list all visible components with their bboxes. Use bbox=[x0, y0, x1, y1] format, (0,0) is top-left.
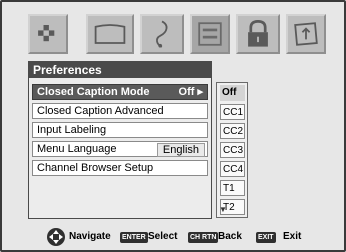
input-labeling-row[interactable]: Input Labeling bbox=[32, 122, 208, 138]
lock-icon[interactable] bbox=[236, 14, 280, 54]
select-label: Select bbox=[148, 231, 178, 242]
row-label: Menu Language bbox=[37, 143, 117, 155]
scroll-down-icon[interactable]: ▼ bbox=[219, 205, 227, 214]
navigate-label: Navigate bbox=[69, 231, 111, 242]
option-cc2[interactable]: CC2 bbox=[220, 123, 245, 139]
row-label: Closed Caption Mode bbox=[37, 86, 150, 98]
back-label: Back bbox=[218, 231, 242, 242]
closed-caption-advanced-row[interactable]: Closed Caption Advanced bbox=[32, 103, 208, 119]
option-t1[interactable]: T1 bbox=[220, 180, 245, 196]
option-cc1[interactable]: CC1 bbox=[220, 104, 245, 120]
picture-icon[interactable] bbox=[28, 14, 68, 54]
ch-rtn-key-icon: CH RTN bbox=[188, 232, 219, 243]
exit-key-icon: EXIT bbox=[256, 232, 276, 243]
option-off[interactable]: Off bbox=[220, 85, 245, 101]
row-label: Input Labeling bbox=[37, 124, 107, 136]
preferences-panel: Preferences Closed Caption Mode Off ▸ Cl… bbox=[28, 61, 212, 219]
panel-title: Preferences bbox=[29, 62, 211, 78]
preferences-icon[interactable] bbox=[190, 14, 230, 54]
channel-browser-setup-row[interactable]: Channel Browser Setup bbox=[32, 160, 208, 176]
button-legend: Navigate ENTER Select CH RTN Back EXIT E… bbox=[2, 225, 346, 250]
tv-menu-screen: Preferences Closed Caption Mode Off ▸ Cl… bbox=[0, 0, 346, 252]
option-cc3[interactable]: CC3 bbox=[220, 142, 245, 158]
audio-icon[interactable] bbox=[140, 14, 184, 54]
caption-mode-options: Off CC1 CC2 CC3 CC4 T1 T2 ▼ bbox=[216, 82, 248, 218]
exit-label: Exit bbox=[283, 231, 302, 242]
menu-language-value[interactable]: English bbox=[156, 143, 205, 157]
option-cc4[interactable]: CC4 bbox=[220, 161, 245, 177]
enter-key-icon: ENTER bbox=[120, 232, 148, 243]
screen-icon[interactable] bbox=[86, 14, 134, 54]
row-label: Channel Browser Setup bbox=[37, 162, 154, 174]
row-value: Off ▸ bbox=[178, 86, 203, 98]
row-label: Closed Caption Advanced bbox=[37, 105, 164, 117]
menu-language-row[interactable]: Menu Language English bbox=[32, 141, 208, 157]
setup-icon[interactable] bbox=[286, 14, 326, 54]
closed-caption-mode-row[interactable]: Closed Caption Mode Off ▸ bbox=[32, 84, 208, 100]
navigate-pad-icon bbox=[46, 227, 66, 250]
